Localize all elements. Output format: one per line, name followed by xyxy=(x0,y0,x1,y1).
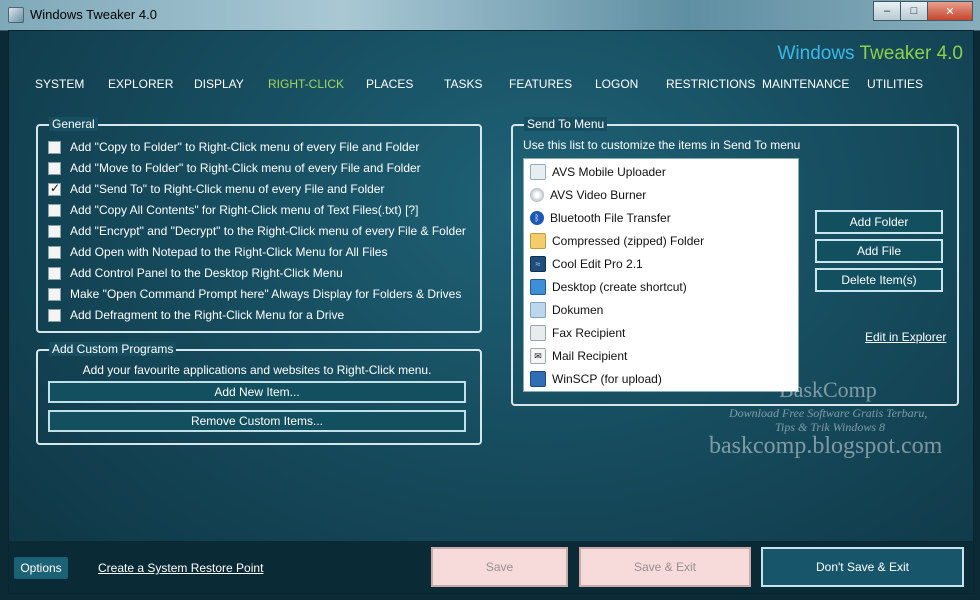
list-item[interactable]: ᛒ Bluetooth File Transfer xyxy=(530,208,671,228)
brand-part1: Windows xyxy=(777,43,855,64)
desktop-icon xyxy=(530,279,546,295)
option-copy-all-contents[interactable]: Add "Copy All Contents" for Right-Click … xyxy=(48,203,418,217)
fax-icon xyxy=(530,325,546,341)
tab-system[interactable]: SYSTEM xyxy=(35,77,84,91)
send-to-group: Send To Menu Use this list to customize … xyxy=(511,117,959,406)
option-open-with-notepad[interactable]: Add Open with Notepad to the Right-Click… xyxy=(48,245,387,259)
tab-places[interactable]: PLACES xyxy=(366,77,413,91)
option-control-panel[interactable]: Add Control Panel to the Desktop Right-C… xyxy=(48,266,343,280)
list-item[interactable]: Fax Recipient xyxy=(530,323,625,343)
disc-icon xyxy=(530,188,544,202)
list-item[interactable]: AVS Video Burner xyxy=(530,185,646,205)
option-command-prompt[interactable]: Make "Open Command Prompt here" Always D… xyxy=(48,287,461,301)
tab-restrictions[interactable]: RESTRICTIONS xyxy=(666,77,755,91)
list-item[interactable]: Dokumen xyxy=(530,300,603,320)
cooledit-icon: ≈ xyxy=(530,256,546,272)
list-item[interactable]: Desktop (create shortcut) xyxy=(530,277,687,297)
checkbox[interactable] xyxy=(48,287,61,301)
mail-icon: ✉ xyxy=(530,348,546,364)
checkbox[interactable] xyxy=(48,140,61,154)
tab-tasks[interactable]: TASKS xyxy=(444,77,482,91)
title-bar: Windows Tweaker 4.0 – □ ✕ xyxy=(0,0,980,31)
app-icon xyxy=(8,7,24,23)
window-controls: – □ ✕ xyxy=(873,1,973,21)
nav-tabs: SYSTEM EXPLORER DISPLAY RIGHT-CLICK PLAC… xyxy=(9,73,973,97)
checkbox[interactable] xyxy=(48,203,61,217)
option-defragment[interactable]: Add Defragment to the Right-Click Menu f… xyxy=(48,308,344,322)
tab-features[interactable]: FEATURES xyxy=(509,77,572,91)
winscp-icon xyxy=(530,371,546,387)
option-move-to-folder[interactable]: Add "Move to Folder" to Right-Click menu… xyxy=(48,161,421,175)
window-title: Windows Tweaker 4.0 xyxy=(30,7,157,22)
checkbox[interactable] xyxy=(48,224,61,238)
general-title: General xyxy=(46,117,101,131)
close-button[interactable]: ✕ xyxy=(927,1,973,21)
options-button[interactable]: Options xyxy=(14,557,68,579)
add-new-item-button[interactable]: Add New Item... xyxy=(48,381,466,403)
option-copy-to-folder[interactable]: Add "Copy to Folder" to Right-Click menu… xyxy=(48,140,419,154)
custom-programs-title: Add Custom Programs xyxy=(46,342,179,356)
delete-items-button[interactable]: Delete Item(s) xyxy=(815,268,943,292)
list-item[interactable]: WinSCP (for upload) xyxy=(530,369,662,389)
list-item[interactable]: ✉ Mail Recipient xyxy=(530,346,627,366)
option-encrypt-decrypt[interactable]: Add "Encrypt" and "Decrypt" to the Right… xyxy=(48,224,466,238)
watermark-line1: Download Free Software Gratis Terbaru, xyxy=(729,406,928,420)
main-content: Windows Tweaker 4.0 SYSTEM EXPLORER DISP… xyxy=(8,30,974,594)
tab-right-click[interactable]: RIGHT-CLICK xyxy=(268,77,344,91)
add-file-button[interactable]: Add File xyxy=(815,239,943,263)
remove-custom-items-button[interactable]: Remove Custom Items... xyxy=(48,410,466,432)
edit-in-explorer-link[interactable]: Edit in Explorer xyxy=(865,330,946,344)
brand-logo: Windows Tweaker 4.0 xyxy=(777,43,963,65)
checkbox-checked[interactable] xyxy=(48,181,61,196)
list-item[interactable]: ≈ Cool Edit Pro 2.1 xyxy=(530,254,643,274)
list-item[interactable]: AVS Mobile Uploader xyxy=(530,162,666,182)
custom-programs-note: Add your favourite applications and webs… xyxy=(82,363,432,377)
general-group: General Add "Copy to Folder" to Right-Cl… xyxy=(36,117,482,333)
tab-explorer[interactable]: EXPLORER xyxy=(108,77,173,91)
checkbox[interactable] xyxy=(48,245,61,259)
dont-save-exit-button[interactable]: Don't Save & Exit xyxy=(761,547,964,587)
list-item[interactable]: Compressed (zipped) Folder xyxy=(530,231,704,251)
checkbox[interactable] xyxy=(48,308,61,322)
tab-utilities[interactable]: UTILITIES xyxy=(867,77,923,91)
save-exit-button[interactable]: Save & Exit xyxy=(579,547,751,587)
zip-folder-icon xyxy=(530,233,546,249)
option-send-to[interactable]: Add "Send To" to Right-Click menu of eve… xyxy=(48,181,384,196)
documents-icon xyxy=(530,302,546,318)
bluetooth-icon: ᛒ xyxy=(530,211,544,225)
minimize-button[interactable]: – xyxy=(873,1,901,21)
send-to-list[interactable]: AVS Mobile Uploader AVS Video Burner ᛒ B… xyxy=(523,158,799,392)
send-to-description: Use this list to customize the items in … xyxy=(523,138,801,152)
watermark-name: BaskComp xyxy=(779,377,877,402)
tab-maintenance[interactable]: MAINTENANCE xyxy=(762,77,849,91)
checkbox[interactable] xyxy=(48,266,61,280)
checkbox[interactable] xyxy=(48,161,61,175)
send-to-title: Send To Menu xyxy=(521,117,610,131)
custom-programs-group: Add Custom Programs Add your favourite a… xyxy=(36,342,482,445)
restore-point-link[interactable]: Create a System Restore Point xyxy=(98,561,263,575)
watermark-url: baskcomp.blogspot.com xyxy=(709,433,943,459)
tab-logon[interactable]: LOGON xyxy=(595,77,638,91)
avs-icon xyxy=(530,164,546,180)
tab-display[interactable]: DISPLAY xyxy=(194,77,244,91)
bottom-bar: Options Create a System Restore Point Sa… xyxy=(9,541,973,593)
brand-part2: Tweaker 4.0 xyxy=(859,43,964,64)
maximize-button[interactable]: □ xyxy=(900,1,928,21)
add-folder-button[interactable]: Add Folder xyxy=(815,210,943,234)
save-button[interactable]: Save xyxy=(431,547,568,587)
